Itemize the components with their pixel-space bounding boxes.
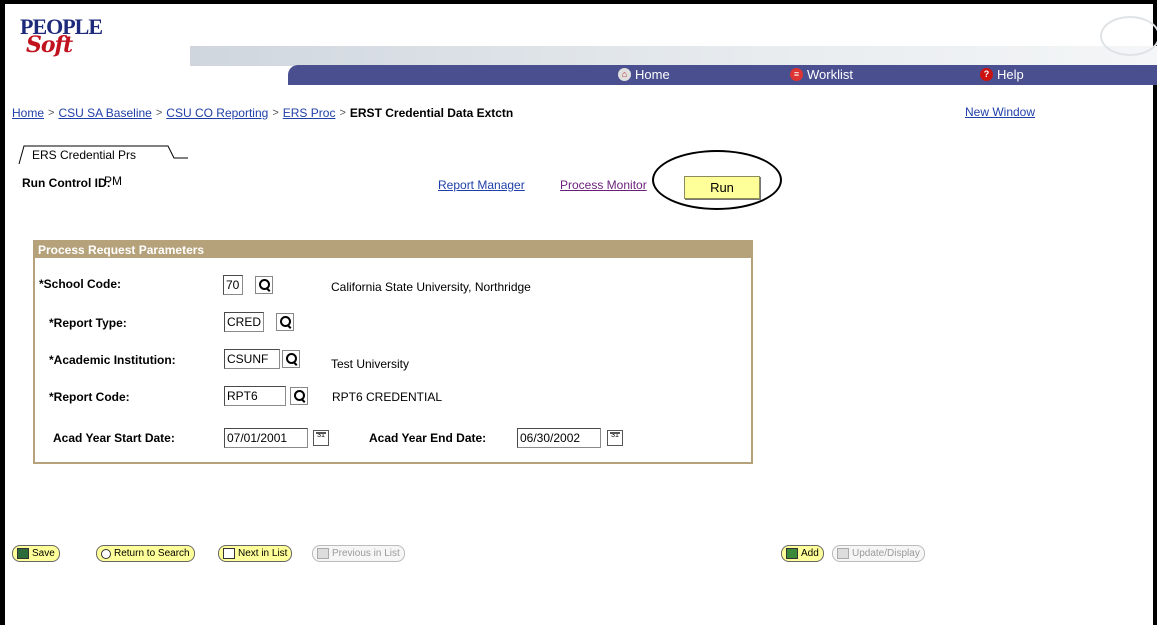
report-type-input[interactable]: CRED — [224, 312, 264, 332]
run-control-id-label: Run Control ID: — [22, 176, 111, 190]
school-code-lookup-icon[interactable] — [255, 276, 273, 294]
process-request-parameters-group: Process Request Parameters *School Code:… — [33, 240, 753, 464]
save-icon — [17, 548, 29, 559]
report-code-label: *Report Code: — [49, 390, 130, 404]
previous-in-list-label: Previous in List — [332, 548, 400, 559]
nav-worklist-label: Worklist — [807, 67, 853, 82]
acad-year-end-date-label: Acad Year End Date: — [369, 431, 487, 445]
calendar-icon-text: 31 — [317, 432, 325, 439]
save-button[interactable]: Save — [12, 545, 60, 562]
report-manager-link[interactable]: Report Manager — [438, 178, 525, 192]
previous-in-list-button[interactable]: Previous in List — [312, 545, 405, 562]
acad-year-start-date-label: Acad Year Start Date: — [53, 431, 175, 445]
report-code-description: RPT6 CREDENTIAL — [332, 390, 443, 404]
school-code-input[interactable]: 70 — [223, 275, 243, 295]
report-type-label: *Report Type: — [49, 316, 127, 330]
breadcrumb-ers-proc[interactable]: ERS Proc — [283, 106, 336, 120]
acad-year-end-date-input[interactable]: 06/30/2002 — [517, 428, 601, 448]
window-frame-right — [1153, 0, 1157, 625]
header-band — [190, 46, 1157, 66]
breadcrumb-csu-co-reporting[interactable]: CSU CO Reporting — [166, 106, 268, 120]
window-frame-top — [0, 0, 1157, 4]
school-code-description: California State University, Northridge — [331, 280, 531, 294]
home-icon: ⌂ — [618, 68, 631, 81]
breadcrumb-home[interactable]: Home — [12, 106, 44, 120]
academic-institution-lookup-icon[interactable] — [282, 350, 300, 368]
add-button[interactable]: Add — [781, 545, 824, 562]
breadcrumb-separator: > — [339, 107, 346, 119]
end-date-calendar-icon[interactable]: 31 — [607, 430, 623, 446]
breadcrumb-separator: > — [155, 107, 163, 119]
tab-label: ERS Credential Prs — [32, 148, 137, 162]
report-type-lookup-icon[interactable] — [276, 313, 294, 331]
previous-in-list-icon — [317, 548, 329, 559]
next-in-list-icon — [223, 548, 235, 559]
window-frame-left — [0, 0, 5, 625]
logo-text-bottom: Soft — [26, 32, 73, 58]
save-button-label: Save — [32, 548, 55, 559]
nav-help-label: Help — [997, 67, 1024, 82]
next-in-list-label: Next in List — [238, 548, 288, 559]
nav-help[interactable]: ? Help — [980, 67, 1024, 82]
run-control-id-value: PM — [104, 174, 122, 188]
report-code-input[interactable]: RPT6 — [224, 386, 286, 406]
update-display-icon — [837, 548, 849, 559]
breadcrumb-separator: > — [272, 107, 279, 119]
nav-home-label: Home — [635, 67, 670, 82]
nav-worklist[interactable]: ≡ Worklist — [790, 67, 853, 82]
start-date-calendar-icon[interactable]: 31 — [313, 430, 329, 446]
school-code-label: *School Code: — [39, 277, 122, 291]
search-icon — [101, 548, 111, 559]
calendar-icon-text: 31 — [611, 432, 619, 439]
next-in-list-button[interactable]: Next in List — [218, 545, 293, 562]
academic-institution-description: Test University — [331, 357, 410, 371]
tab-ers-credential-prs[interactable]: ERS Credential Prs — [18, 144, 190, 165]
highlight-circle — [652, 150, 782, 210]
header-decoration — [1100, 16, 1157, 56]
group-title: Process Request Parameters — [35, 242, 751, 258]
peoplesoft-logo: PEOPLE Soft — [20, 14, 120, 58]
nav-home[interactable]: ⌂ Home — [618, 67, 670, 82]
breadcrumb-current-page: ERST Credential Data Extctn — [349, 106, 514, 120]
add-button-label: Add — [801, 548, 819, 559]
acad-year-start-date-input[interactable]: 07/01/2001 — [224, 428, 308, 448]
update-display-button[interactable]: Update/Display — [832, 545, 925, 562]
worklist-icon: ≡ — [790, 68, 803, 81]
breadcrumb-csu-sa-baseline[interactable]: CSU SA Baseline — [58, 106, 151, 120]
breadcrumb: Home > CSU SA Baseline > CSU CO Reportin… — [12, 106, 513, 120]
add-icon — [786, 548, 798, 559]
report-code-lookup-icon[interactable] — [290, 387, 308, 405]
new-window-link[interactable]: New Window — [965, 105, 1035, 119]
update-display-label: Update/Display — [852, 548, 920, 559]
academic-institution-input[interactable]: CSUNF — [224, 349, 280, 369]
breadcrumb-separator: > — [48, 107, 55, 119]
process-monitor-link[interactable]: Process Monitor — [560, 178, 666, 192]
return-to-search-button[interactable]: Return to Search — [96, 545, 195, 562]
return-to-search-label: Return to Search — [114, 548, 190, 559]
help-icon: ? — [980, 68, 993, 81]
academic-institution-label: *Academic Institution: — [49, 353, 176, 367]
top-nav-bar: ⌂ Home ≡ Worklist ? Help — [288, 65, 1157, 85]
